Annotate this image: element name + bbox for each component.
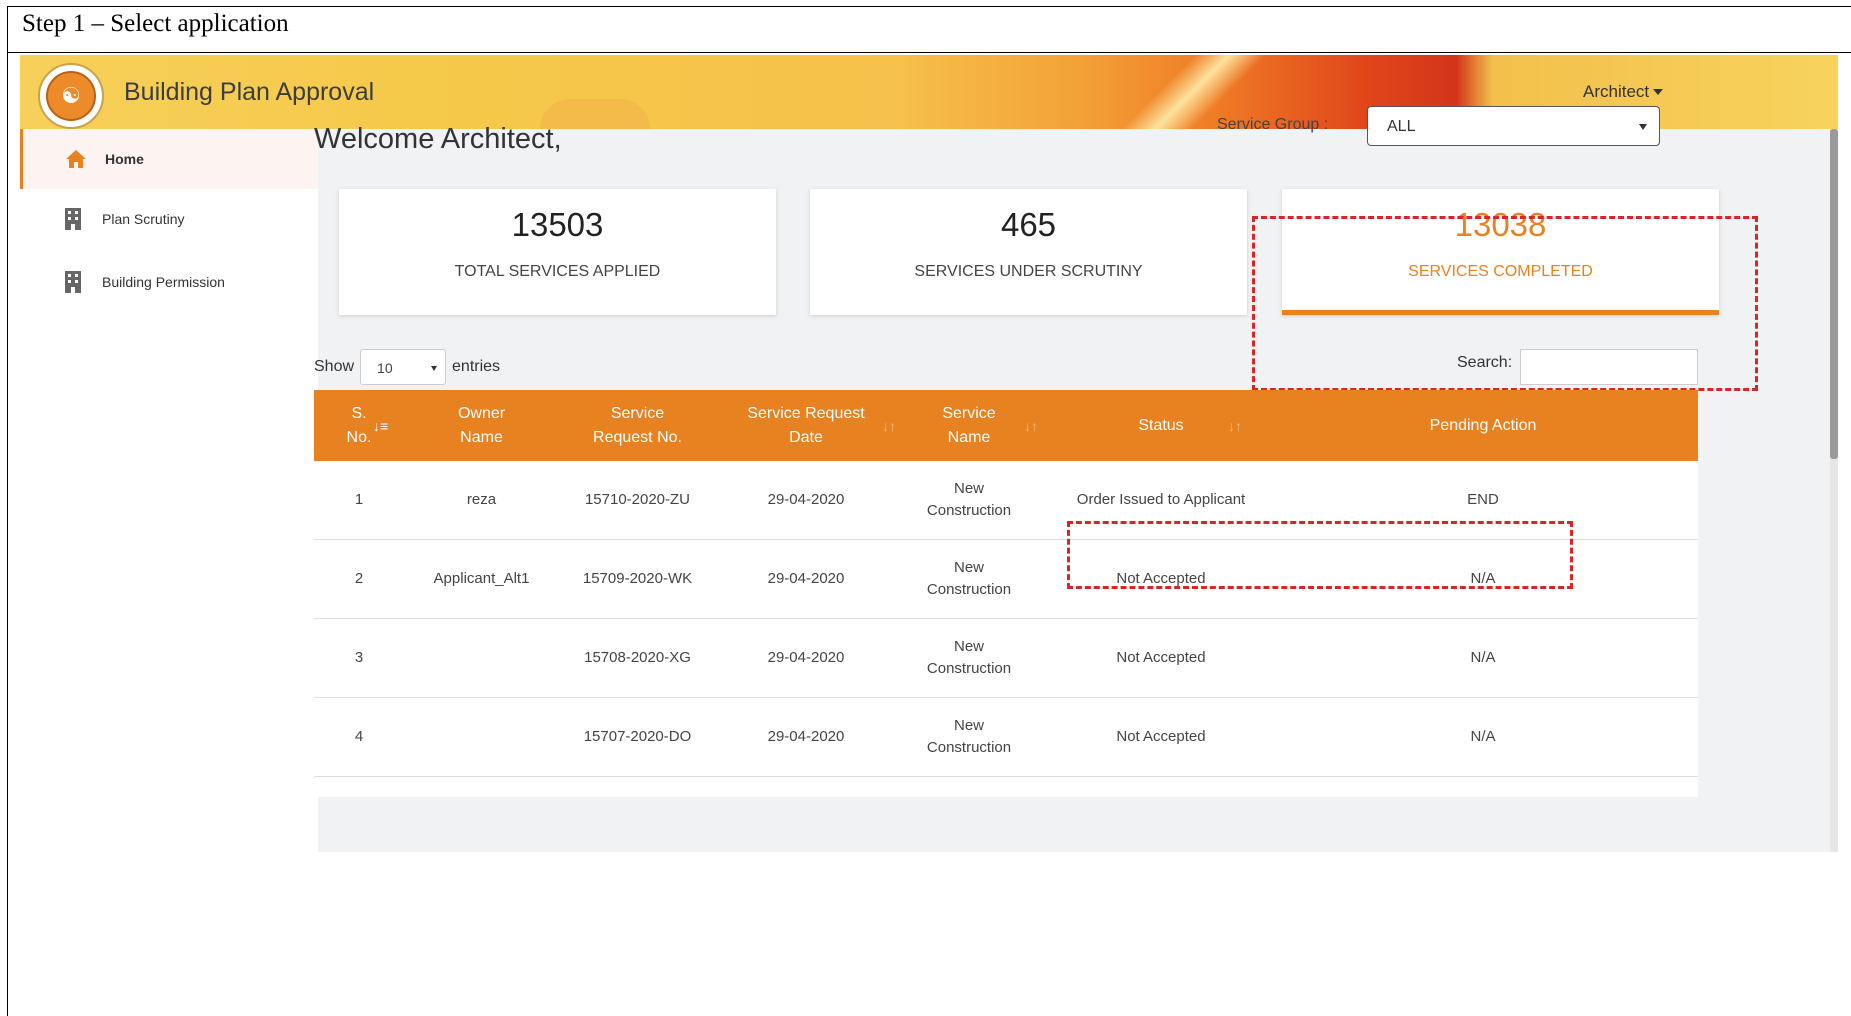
sidebar-item-plan-scrutiny[interactable]: Plan Scrutiny bbox=[20, 189, 318, 249]
highlight-box-first-row-status bbox=[1067, 521, 1573, 589]
column-header-sno[interactable]: S. No. ↓≡ bbox=[314, 390, 404, 461]
column-header-service-name[interactable]: Service Name ↓↑ bbox=[896, 390, 1042, 461]
cell-date: 29-04-2020 bbox=[767, 491, 845, 508]
cell-status: Not Accepted bbox=[1116, 649, 1206, 666]
card-services-under-scrutiny[interactable]: 465 SERVICES UNDER SCRUTINY bbox=[810, 189, 1247, 315]
cell-status: Not Accepted bbox=[1116, 728, 1206, 745]
header-line: Service bbox=[942, 404, 996, 422]
service-line: Construction bbox=[926, 739, 1012, 756]
cell-owner bbox=[404, 619, 559, 697]
card-label: TOTAL SERVICES APPLIED bbox=[454, 263, 661, 280]
dropdown-arrow-icon bbox=[1639, 124, 1647, 130]
cell-date: 29-04-2020 bbox=[767, 728, 845, 745]
service-group-value: ALL bbox=[1387, 118, 1416, 135]
table-row[interactable]: 3 15708-2020-XG 29-04-2020 New Constructi… bbox=[314, 619, 1698, 698]
entries-value: 10 bbox=[377, 360, 393, 376]
table-header: S. No. ↓≡ Owner Name Service Request No. Se… bbox=[314, 390, 1698, 461]
cell-owner: reza bbox=[466, 491, 497, 508]
card-total-services[interactable]: 13503 TOTAL SERVICES APPLIED bbox=[339, 189, 776, 315]
search-label: Search: bbox=[1457, 354, 1513, 371]
column-header-owner[interactable]: Owner Name bbox=[404, 390, 559, 461]
column-header-request-no[interactable]: Service Request No. bbox=[559, 390, 716, 461]
cell-service-name: New Construction bbox=[896, 698, 1042, 776]
header-line: Request No. bbox=[593, 428, 682, 446]
user-menu-label: Architect bbox=[1583, 82, 1650, 101]
emblem-icon: ☯ bbox=[46, 71, 96, 121]
scrollbar-thumb[interactable] bbox=[1830, 129, 1838, 459]
search-input[interactable] bbox=[1520, 349, 1698, 385]
home-icon bbox=[65, 148, 87, 170]
logo[interactable]: ☯ bbox=[38, 63, 104, 129]
service-line: Construction bbox=[926, 581, 1012, 598]
sidebar-item-label: Plan Scrutiny bbox=[102, 211, 185, 227]
service-line: New bbox=[953, 480, 984, 497]
cell-owner bbox=[404, 698, 559, 776]
header-line: Service Request bbox=[747, 404, 865, 422]
service-line: New bbox=[953, 559, 984, 576]
cell-sno: 1 bbox=[354, 491, 364, 508]
service-group-select[interactable]: ALL bbox=[1367, 106, 1660, 146]
cell-sno: 3 bbox=[354, 649, 364, 666]
sidebar-item-label: Building Permission bbox=[102, 274, 225, 290]
cell-owner: Applicant_Alt1 bbox=[433, 570, 530, 587]
cell-request-no: 15709-2020-WK bbox=[582, 570, 693, 587]
sort-icon: ↓↑ bbox=[1228, 418, 1242, 434]
table-row-partial bbox=[314, 777, 1698, 797]
cell-service-name: New Construction bbox=[896, 461, 1042, 539]
welcome-heading: Welcome Architect, bbox=[314, 123, 562, 155]
entries-control: Show 10 entries bbox=[314, 349, 500, 385]
header-line: Name bbox=[460, 428, 503, 446]
service-line: Construction bbox=[926, 502, 1012, 519]
service-group-label: Service Group : bbox=[1217, 116, 1329, 133]
service-line: New bbox=[953, 638, 984, 655]
caret-down-icon bbox=[1653, 89, 1664, 95]
column-header-status[interactable]: Status ↓↑ bbox=[1042, 390, 1280, 461]
cell-service-name: New Construction bbox=[896, 540, 1042, 618]
service-line: Construction bbox=[926, 660, 1012, 677]
entries-label: entries bbox=[452, 358, 501, 375]
service-line: New bbox=[953, 717, 984, 734]
entries-select[interactable]: 10 bbox=[360, 349, 447, 385]
column-header-request-date[interactable]: Service Request Date ↓↑ bbox=[716, 390, 896, 461]
table-row[interactable]: 4 15707-2020-DO 29-04-2020 New Constructi… bbox=[314, 698, 1698, 777]
building-icon bbox=[62, 271, 84, 293]
header-line: Status bbox=[1138, 416, 1184, 434]
header-line: Name bbox=[947, 428, 991, 446]
sidebar-item-building-permission[interactable]: Building Permission bbox=[20, 252, 318, 312]
sort-icon: ↓↑ bbox=[882, 418, 896, 434]
card-value: 465 bbox=[1000, 206, 1057, 243]
cell-sno: 2 bbox=[354, 570, 364, 587]
cell-service-name: New Construction bbox=[896, 619, 1042, 697]
cell-request-no: 15710-2020-ZU bbox=[584, 491, 691, 508]
card-label: SERVICES UNDER SCRUTINY bbox=[914, 263, 1143, 280]
sidebar-item-label: Home bbox=[105, 151, 144, 167]
sort-desc-icon: ↓≡ bbox=[373, 418, 389, 434]
cell-pending-action: N/A bbox=[1470, 649, 1496, 666]
column-header-pending-action[interactable]: Pending Action bbox=[1280, 390, 1686, 461]
sidebar: Home Plan Scrutiny Building Permission bbox=[20, 129, 318, 852]
dropdown-arrow-icon bbox=[431, 366, 438, 371]
app-title: Building Plan Approval bbox=[124, 78, 375, 106]
cell-request-no: 15708-2020-XG bbox=[584, 649, 691, 666]
cell-date: 29-04-2020 bbox=[767, 570, 845, 587]
cell-sno: 4 bbox=[354, 728, 364, 745]
building-icon bbox=[62, 208, 84, 230]
cell-pending-action: N/A bbox=[1470, 728, 1496, 745]
header-line: Pending Action bbox=[1429, 416, 1537, 434]
cell-request-no: 15707-2020-DO bbox=[583, 728, 692, 745]
step-title: Step 1 – Select application bbox=[22, 10, 289, 37]
header-line: No. bbox=[346, 428, 372, 446]
show-label: Show bbox=[314, 358, 355, 375]
user-menu[interactable]: Architect bbox=[1583, 82, 1664, 102]
sort-icon: ↓↑ bbox=[1024, 418, 1038, 434]
scrollbar[interactable] bbox=[1830, 129, 1838, 852]
cell-date: 29-04-2020 bbox=[767, 649, 845, 666]
applications-table: S. No. ↓≡ Owner Name Service Request No. Se… bbox=[314, 390, 1698, 797]
card-value: 13503 bbox=[511, 206, 604, 243]
header-line: Date bbox=[789, 428, 823, 446]
header-line: Service bbox=[610, 404, 665, 422]
header-line: Owner bbox=[457, 404, 506, 422]
header-line: S. bbox=[351, 404, 367, 422]
sidebar-item-home[interactable]: Home bbox=[20, 129, 318, 189]
